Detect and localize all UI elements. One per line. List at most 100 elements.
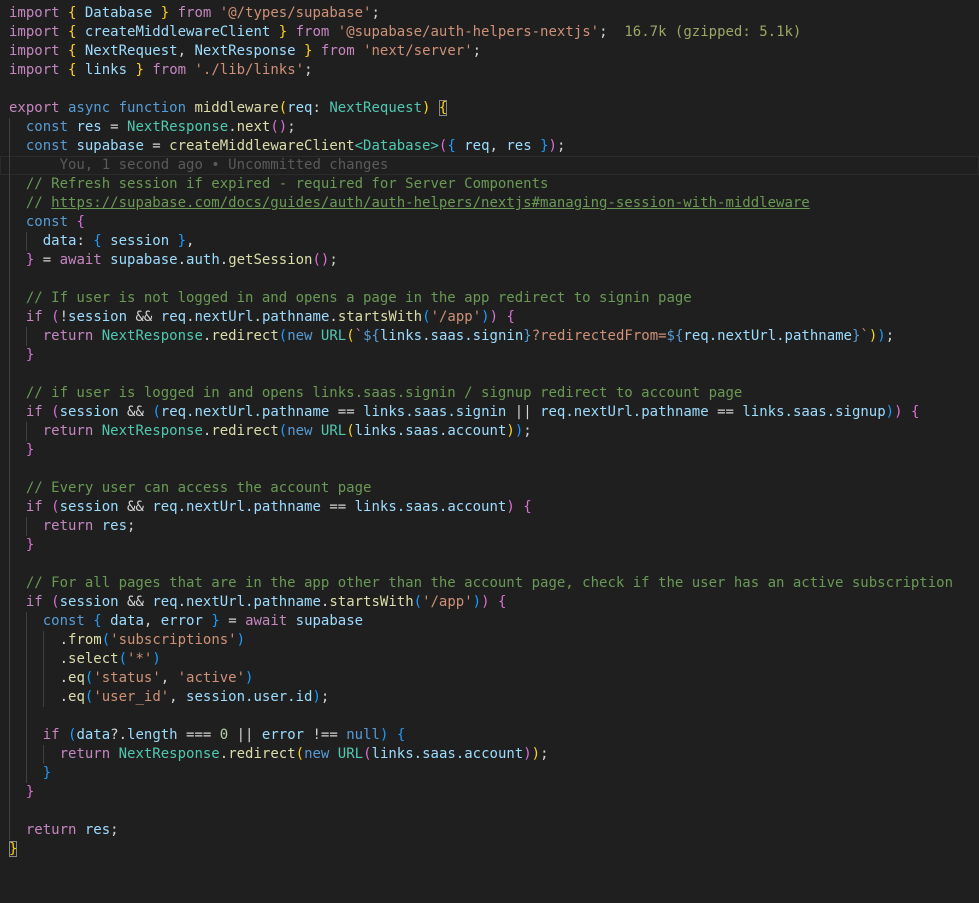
code-line[interactable]: .from('subscriptions') [0,631,979,650]
code-line[interactable]: } [0,783,979,802]
git-blame-text: You, 1 second ago • Uncommitted changes [59,157,389,173]
code-line[interactable] [0,460,979,479]
code-line[interactable]: return NextResponse.redirect(new URL(`${… [0,327,979,346]
comment-link[interactable]: https://supabase.com/docs/guides/auth/au… [51,195,810,211]
code-line[interactable]: const res = NextResponse.next(); [0,118,979,137]
code-line[interactable]: export async function middleware(req: Ne… [0,99,979,118]
code-line[interactable] [0,555,979,574]
code-token: new [304,746,338,762]
blame-annotation-line[interactable]: You, 1 second ago • Uncommitted changes [0,156,979,175]
code-line[interactable]: } = await supabase.auth.getSession(); [0,251,979,270]
code-line[interactable]: return res; [0,821,979,840]
code-line[interactable]: .eq('status', 'active') [0,669,979,688]
code-line[interactable]: if (session && (req.nextUrl.pathname == … [0,403,979,422]
indent-guide [25,612,27,631]
code-line[interactable]: import { Database } from '@/types/supaba… [0,4,979,23]
code-token: ` [354,328,364,344]
code-line[interactable]: // https://supabase.com/docs/guides/auth… [0,194,979,213]
code-token: async function [59,100,195,116]
code-token: ( [278,328,288,344]
code-line[interactable] [0,707,979,726]
code-line[interactable]: import { NextRequest, NextResponse } fro… [0,42,979,61]
code-token: !== [304,727,347,743]
code-token: return [42,328,102,344]
code-token: links.saas.signin [379,328,524,344]
code-line[interactable]: // For all pages that are in the app oth… [0,574,979,593]
code-line[interactable]: } [0,441,979,460]
code-token: . [219,252,229,268]
code-token: '/app' [430,309,482,325]
code-editor[interactable]: import { Database } from '@/types/supaba… [0,0,979,903]
code-token: ; [556,138,566,154]
code-token: data [42,233,77,249]
code-token: // Every user can access the account pag… [25,480,372,496]
code-line[interactable] [0,802,979,821]
indent-guide [25,232,27,251]
code-line[interactable]: if (!session && req.nextUrl.pathname.sta… [0,308,979,327]
code-line[interactable]: const { [0,213,979,232]
code-line[interactable] [0,365,979,384]
indent-guide [42,650,44,669]
code-token: ) [514,423,524,439]
code-token: session [59,404,119,420]
code-line[interactable]: import { links } from './lib/links'; [0,61,979,80]
indent-guide [9,384,10,403]
code-line[interactable]: } [0,764,979,783]
code-token: { [438,100,448,116]
code-token: import [9,62,60,78]
code-line[interactable]: .select('*') [0,650,979,669]
code-token: ; [523,423,532,439]
code-token: 'active' [177,670,246,686]
code-token: = [101,119,128,135]
code-token: URL [320,423,347,439]
code-token: , [177,43,195,59]
code-line[interactable]: } [0,840,979,859]
code-token: ) [489,309,499,325]
code-token: auth [186,252,220,268]
code-token: ) [523,746,532,762]
code-line[interactable]: // if user is logged in and opens links.… [0,384,979,403]
code-line[interactable]: const { data, error } = await supabase [0,612,979,631]
code-token: { [76,214,85,230]
code-line[interactable]: } [0,536,979,555]
code-line[interactable]: return NextResponse.redirect(new URL(lin… [0,745,979,764]
code-line[interactable]: import { createMiddlewareClient } from '… [0,23,979,42]
code-token: // If user is not logged in and opens a … [25,290,692,306]
indent-guide [9,707,10,726]
indent-guide [9,308,10,327]
indent-guide [9,574,10,593]
code-line[interactable]: // If user is not logged in and opens a … [0,289,979,308]
code-token: { [910,404,920,420]
code-line[interactable]: return NextResponse.redirect(new URL(lin… [0,422,979,441]
code-line[interactable]: if (session && req.nextUrl.pathname.star… [0,593,979,612]
code-line[interactable]: if (session && req.nextUrl.pathname == l… [0,498,979,517]
code-line[interactable]: const supabase = createMiddlewareClient<… [0,137,979,156]
code-token: = [143,138,170,154]
code-line[interactable]: return res; [0,517,979,536]
code-line[interactable] [0,270,979,289]
code-line[interactable]: data: { session }, [0,232,979,251]
code-line[interactable]: .eq('user_id', session.user.id); [0,688,979,707]
code-token: session [101,233,178,249]
code-token: , [143,613,161,629]
code-token: select [68,651,119,667]
code-token: length [127,727,178,743]
code-token: } [42,765,52,781]
code-line[interactable]: if (data?.length === 0 || error !== null… [0,726,979,745]
code-token: import [9,5,60,21]
code-token: createMiddlewareClient [169,138,355,154]
code-token: Database [76,5,161,21]
code-line[interactable]: // Every user can access the account pag… [0,479,979,498]
code-token: } [160,5,170,21]
code-line[interactable]: // Refresh session if expired - required… [0,175,979,194]
code-token: ) [877,328,886,344]
indent-guide [9,194,10,213]
code-token: () [312,252,330,268]
code-token: ( [51,499,60,515]
code-line[interactable] [0,80,979,99]
code-line[interactable]: } [0,346,979,365]
